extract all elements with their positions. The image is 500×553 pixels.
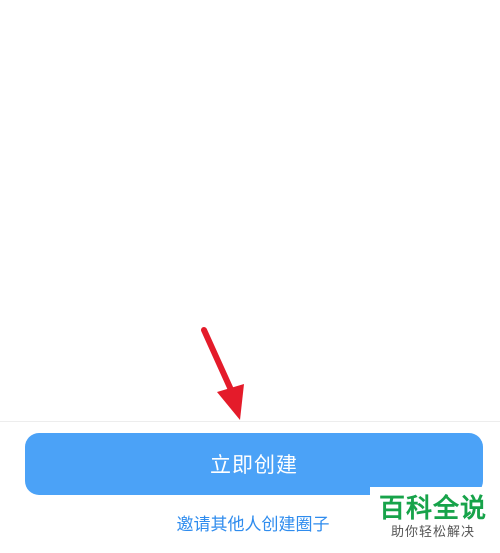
- watermark-subtitle: 助你轻松解决: [390, 525, 475, 540]
- red-pointer-arrow-icon: [201, 327, 244, 420]
- watermark-title: 百科全说: [378, 494, 487, 524]
- app-screen: 立即创建 邀请其他人创建圈子 百科全说 助你轻松解决: [0, 0, 500, 553]
- baike-watermark: 百科全说 助你轻松解决: [370, 487, 496, 549]
- invite-others-link[interactable]: 邀请其他人创建圈子: [164, 513, 342, 537]
- bottom-divider: [0, 421, 500, 422]
- create-now-button[interactable]: 立即创建: [25, 433, 483, 495]
